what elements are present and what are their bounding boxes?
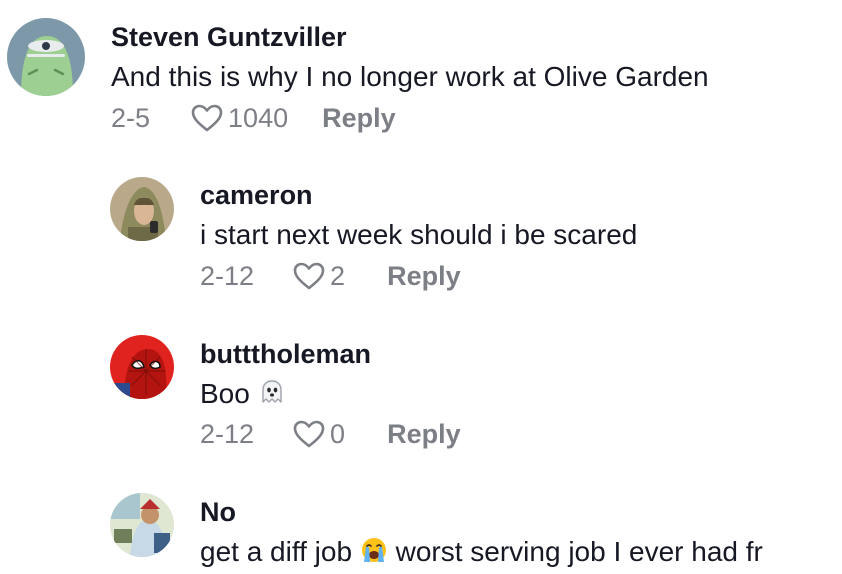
heart-outline-icon	[191, 104, 223, 132]
comment-meta: 2-12 2 Reply	[200, 258, 461, 294]
avatar-painting-icon	[110, 493, 174, 557]
avatar-photo-icon	[110, 177, 174, 241]
like-button[interactable]: 2	[292, 261, 345, 292]
comment-meta: 2-12 0 Reply	[200, 416, 461, 452]
like-count: 1040	[228, 102, 289, 133]
comment-meta: 2-5 1040 Reply	[111, 100, 396, 136]
ghost-emoji	[258, 378, 286, 413]
comment-username[interactable]: butttholeman	[200, 339, 371, 370]
reply-button[interactable]: Reply	[387, 419, 461, 450]
reply-button[interactable]: Reply	[387, 261, 461, 292]
comment-username[interactable]: Steven Guntzviller	[111, 22, 347, 53]
avatar-monster-icon	[7, 18, 85, 96]
loudly-crying-face-emoji	[360, 536, 388, 571]
comment-text: worst serving job I ever had fr	[395, 536, 763, 567]
like-count: 0	[330, 418, 346, 449]
comment-username[interactable]: No	[200, 497, 236, 528]
comment-date: 2-5	[111, 102, 151, 133]
like-count: 2	[330, 260, 346, 291]
avatar[interactable]	[7, 18, 85, 96]
comment-date: 2-12	[200, 260, 255, 291]
avatar[interactable]	[110, 493, 174, 557]
heart-outline-icon	[293, 262, 325, 290]
avatar[interactable]	[110, 177, 174, 241]
comment-text-container: get a diff job worst serving job I ever …	[200, 536, 763, 571]
comment-text: Boo	[200, 378, 250, 409]
comment-text-container: Boo	[200, 378, 286, 413]
heart-outline-icon	[293, 420, 325, 448]
like-button[interactable]: 1040	[190, 103, 288, 134]
comment-date: 2-12	[200, 418, 255, 449]
avatar-spiderman-icon	[110, 335, 174, 399]
like-button[interactable]: 0	[292, 419, 345, 450]
comment-text: And this is why I no longer work at Oliv…	[111, 61, 709, 92]
comment-text: i start next week should i be scared	[200, 219, 638, 250]
comment-text: get a diff job	[200, 536, 353, 567]
avatar[interactable]	[110, 335, 174, 399]
comment-username[interactable]: cameron	[200, 180, 313, 211]
reply-button[interactable]: Reply	[322, 103, 396, 134]
